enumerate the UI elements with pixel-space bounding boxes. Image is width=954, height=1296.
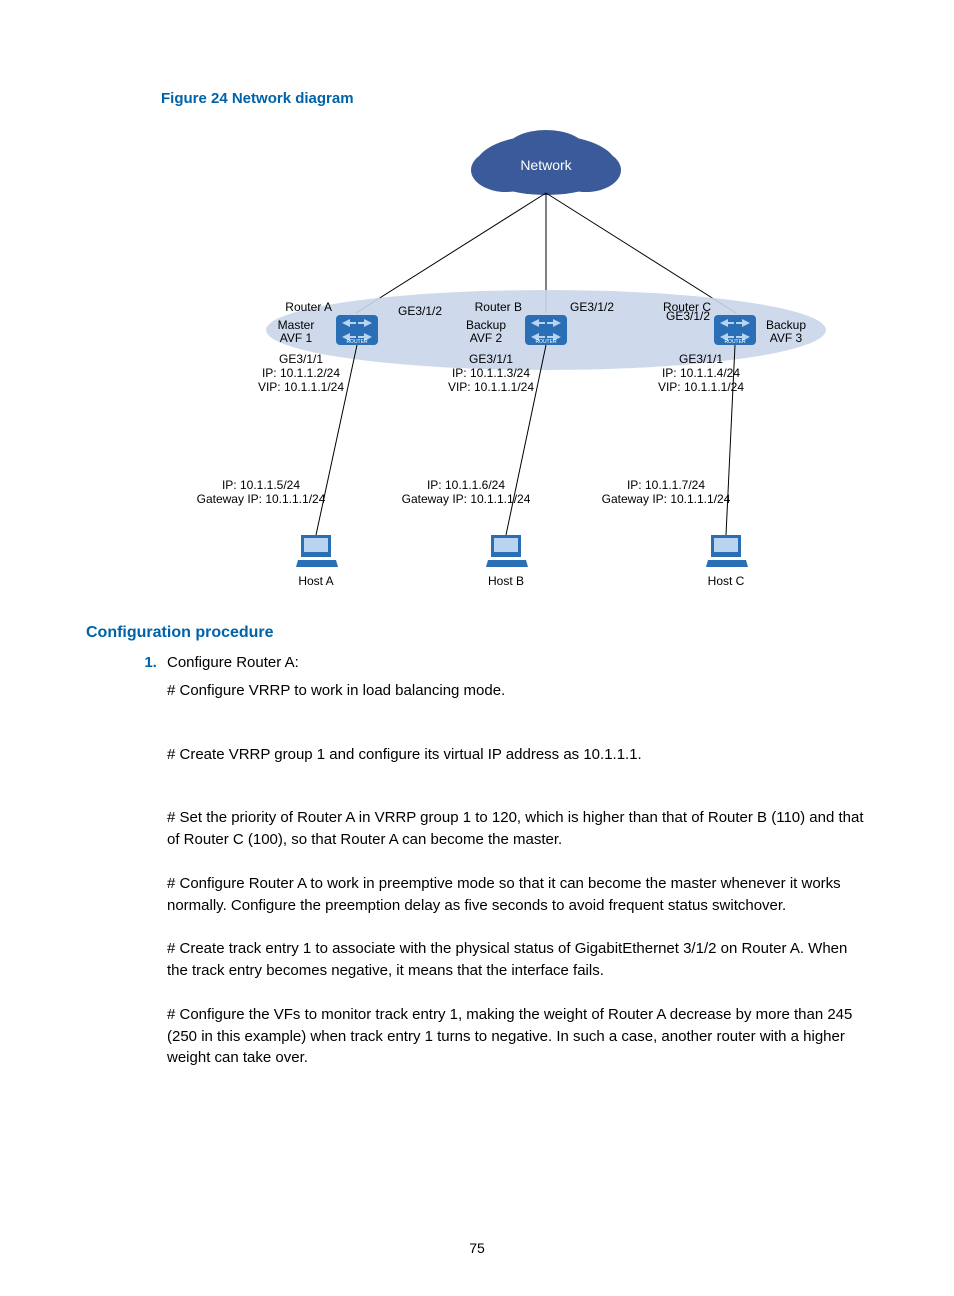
- step-para: # Configure VRRP to work in load balanci…: [167, 680, 868, 702]
- step-para: # Create VRRP group 1 and configure its …: [167, 744, 868, 766]
- page-number: 75: [0, 1240, 954, 1256]
- svg-text:IP: 10.1.1.6/24: IP: 10.1.1.6/24: [427, 478, 505, 492]
- svg-text:Host A: Host A: [298, 574, 333, 588]
- step-para: # Create track entry 1 to associate with…: [167, 938, 868, 982]
- router-a-icon: ROUTER: [336, 315, 378, 345]
- svg-text:ROUTER: ROUTER: [724, 339, 746, 345]
- svg-text:MasterAVF 1: MasterAVF 1: [278, 318, 315, 345]
- host-b-icon: [486, 535, 528, 567]
- svg-text:GE3/1/1: GE3/1/1: [469, 352, 513, 366]
- host-a-icon: [296, 535, 338, 567]
- step-title: Configure Router A:: [167, 654, 299, 671]
- host-c-icon: [706, 535, 748, 567]
- svg-text:GE3/1/2: GE3/1/2: [570, 300, 614, 314]
- svg-text:Gateway IP: 10.1.1.1/24: Gateway IP: 10.1.1.1/24: [402, 492, 531, 506]
- svg-text:GE3/1/2: GE3/1/2: [666, 309, 710, 323]
- svg-text:GE3/1/1: GE3/1/1: [279, 352, 323, 366]
- router-b-icon: ROUTER: [525, 315, 567, 345]
- svg-text:Host C: Host C: [708, 574, 745, 588]
- router-c-icon: ROUTER: [714, 315, 756, 345]
- svg-text:IP: 10.1.1.7/24: IP: 10.1.1.7/24: [627, 478, 705, 492]
- step-para: # Configure Router A to work in preempti…: [167, 873, 868, 917]
- svg-text:VIP: 10.1.1.1/24: VIP: 10.1.1.1/24: [448, 380, 534, 394]
- svg-text:Gateway IP: 10.1.1.1/24: Gateway IP: 10.1.1.1/24: [197, 492, 326, 506]
- svg-text:ROUTER: ROUTER: [346, 339, 368, 345]
- svg-text:GE3/1/2: GE3/1/2: [398, 304, 442, 318]
- svg-text:Router B: Router B: [475, 300, 522, 314]
- figure-caption: Figure 24 Network diagram: [161, 90, 868, 107]
- svg-text:IP: 10.1.1.3/24: IP: 10.1.1.3/24: [452, 366, 530, 380]
- svg-text:Host B: Host B: [488, 574, 524, 588]
- step-1: Configure Router A: # Configure VRRP to …: [161, 652, 868, 1069]
- step-para: # Set the priority of Router A in VRRP g…: [167, 807, 868, 851]
- svg-text:IP: 10.1.1.5/24: IP: 10.1.1.5/24: [222, 478, 300, 492]
- svg-text:IP: 10.1.1.2/24: IP: 10.1.1.2/24: [262, 366, 340, 380]
- cloud-icon: Network: [471, 130, 621, 195]
- svg-text:GE3/1/1: GE3/1/1: [679, 352, 723, 366]
- svg-text:Gateway IP: 10.1.1.1/24: Gateway IP: 10.1.1.1/24: [602, 492, 731, 506]
- svg-text:VIP: 10.1.1.1/24: VIP: 10.1.1.1/24: [258, 380, 344, 394]
- svg-text:Network: Network: [520, 157, 572, 173]
- section-heading: Configuration procedure: [86, 624, 868, 642]
- svg-text:VIP: 10.1.1.1/24: VIP: 10.1.1.1/24: [658, 380, 744, 394]
- svg-text:IP: 10.1.1.4/24: IP: 10.1.1.4/24: [662, 366, 740, 380]
- step-para: # Configure the VFs to monitor track ent…: [167, 1004, 868, 1069]
- svg-text:BackupAVF 2: BackupAVF 2: [466, 318, 506, 345]
- network-diagram: Network ROUTER ROUTER ROUTER: [146, 115, 846, 600]
- svg-text:Router A: Router A: [285, 300, 332, 314]
- svg-text:BackupAVF 3: BackupAVF 3: [766, 318, 806, 345]
- svg-text:ROUTER: ROUTER: [535, 339, 557, 345]
